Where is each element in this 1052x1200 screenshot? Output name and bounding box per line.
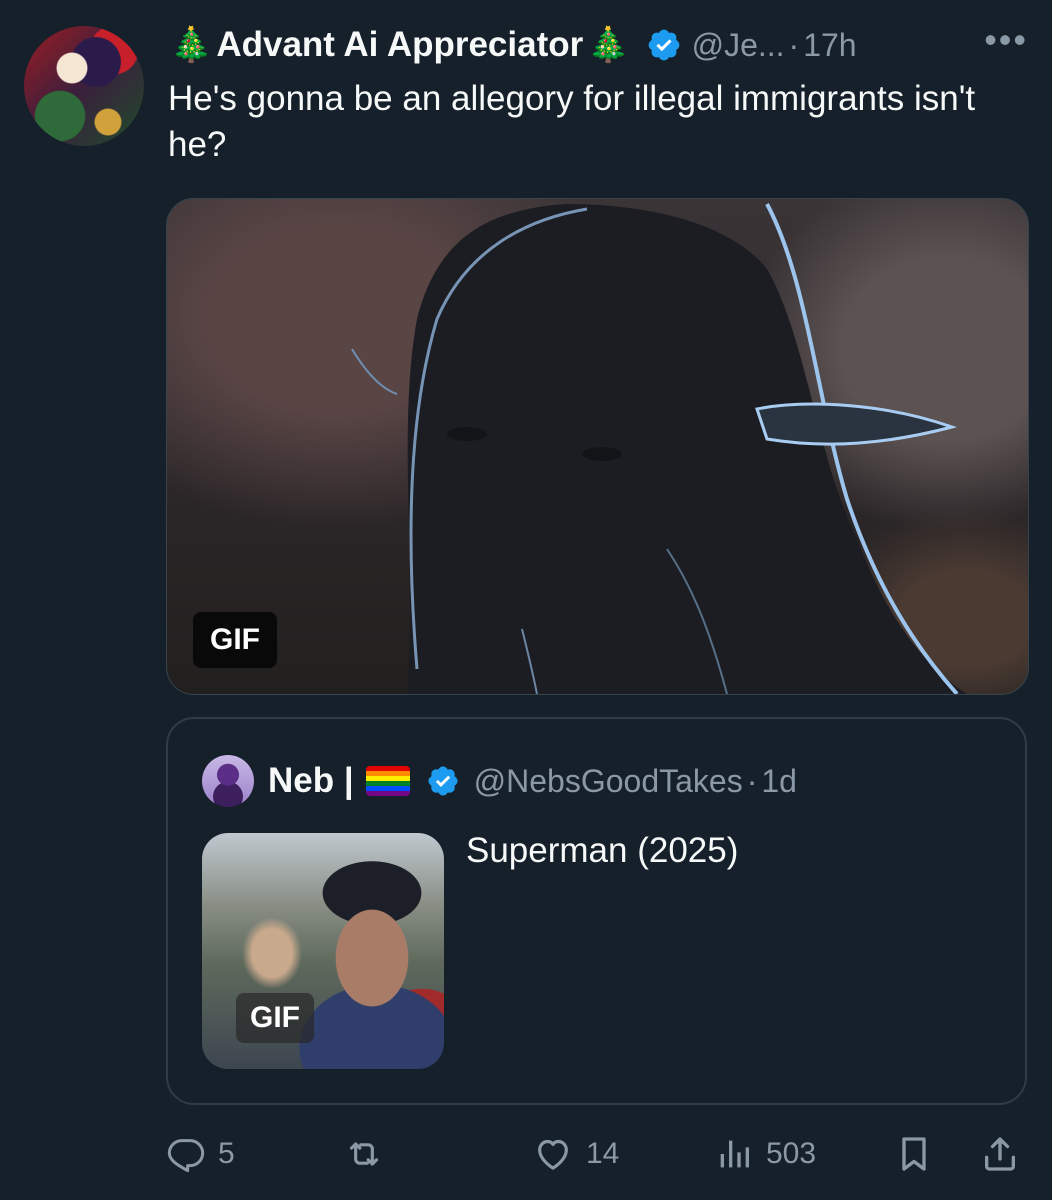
anime-character-silhouette bbox=[351, 203, 967, 694]
tweet-media-gif[interactable]: GIF bbox=[166, 198, 1029, 695]
tweet-text: He's gonna be an allegory for illegal im… bbox=[168, 79, 976, 164]
quoted-author-display-name[interactable]: Neb | bbox=[268, 761, 354, 801]
share-button[interactable] bbox=[980, 1126, 1020, 1182]
bookmark-icon bbox=[902, 1137, 926, 1171]
author-handle[interactable]: @Je... bbox=[692, 27, 785, 64]
like-count: 14 bbox=[586, 1137, 620, 1170]
tweet-timestamp[interactable]: 17h bbox=[803, 27, 856, 64]
quoted-author-avatar[interactable] bbox=[202, 755, 254, 807]
verified-badge-icon[interactable] bbox=[646, 27, 682, 63]
quoted-tweet-header: Neb | @NebsGoodTakes · 1d bbox=[202, 753, 797, 809]
gif-badge: GIF bbox=[193, 612, 277, 668]
reply-button[interactable]: 5 bbox=[166, 1126, 235, 1182]
meta-separator: · bbox=[788, 26, 800, 63]
reply-icon bbox=[167, 1139, 205, 1173]
quoted-tweet[interactable]: Neb | @NebsGoodTakes · 1d GIF Superman (… bbox=[166, 717, 1027, 1105]
bookmark-button[interactable] bbox=[894, 1126, 934, 1182]
tweet-action-bar: 5 14 503 bbox=[166, 1126, 1026, 1182]
tweet-header: 🎄 Advant Ai Appreciator 🎄 @Je... · 17h •… bbox=[170, 20, 1028, 70]
heart-icon bbox=[538, 1139, 568, 1170]
quoted-author-handle[interactable]: @NebsGoodTakes bbox=[474, 763, 743, 800]
christmas-tree-icon: 🎄 bbox=[587, 25, 630, 65]
share-icon bbox=[985, 1137, 1015, 1171]
meta-separator: · bbox=[746, 762, 758, 799]
author-display-name[interactable]: Advant Ai Appreciator bbox=[216, 25, 583, 65]
views-button[interactable]: 503 bbox=[714, 1126, 816, 1182]
gif-badge: GIF bbox=[236, 993, 314, 1043]
author-avatar[interactable] bbox=[24, 26, 144, 146]
quoted-tweet-text: Superman (2025) bbox=[466, 831, 739, 870]
view-count: 503 bbox=[766, 1137, 817, 1170]
like-button[interactable]: 14 bbox=[532, 1126, 619, 1182]
verified-badge-icon[interactable] bbox=[426, 764, 460, 798]
quoted-tweet-media-gif[interactable]: GIF bbox=[202, 833, 444, 1069]
bar-chart-icon bbox=[720, 1140, 749, 1168]
more-icon[interactable]: ••• bbox=[984, 22, 1028, 68]
repost-icon bbox=[349, 1142, 379, 1166]
quoted-tweet-timestamp[interactable]: 1d bbox=[761, 763, 797, 800]
christmas-tree-icon: 🎄 bbox=[170, 25, 213, 65]
repost-button[interactable] bbox=[342, 1126, 398, 1182]
reply-count: 5 bbox=[218, 1137, 235, 1170]
rainbow-flag-icon bbox=[365, 766, 410, 796]
